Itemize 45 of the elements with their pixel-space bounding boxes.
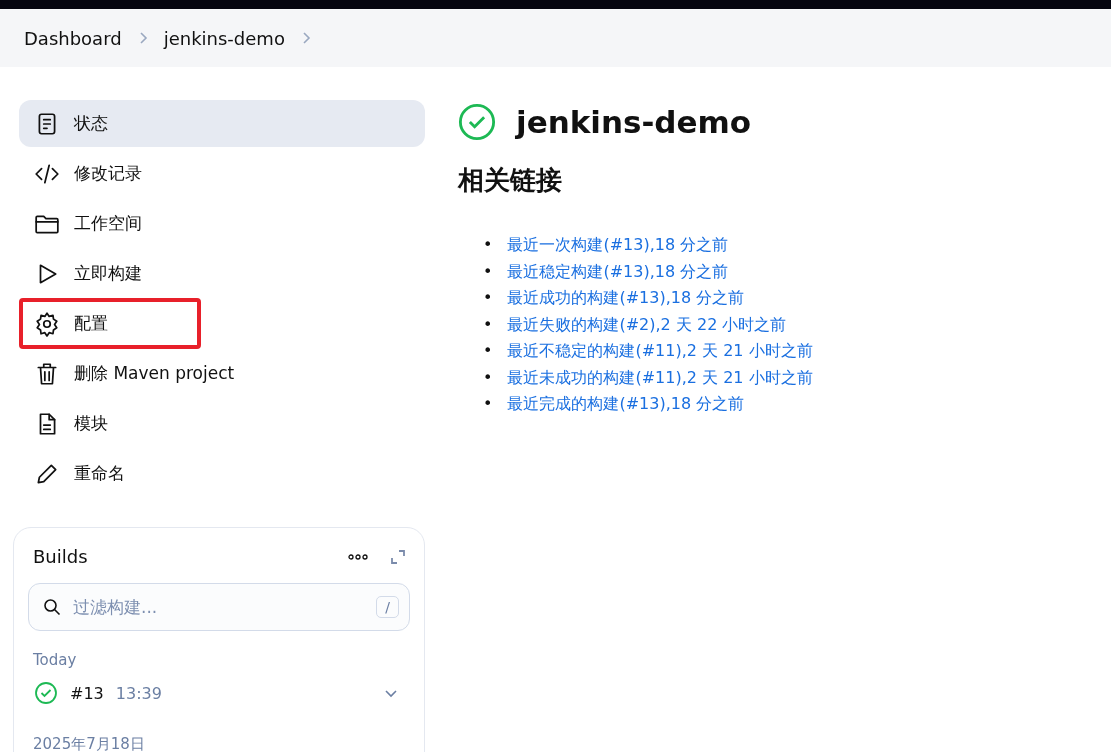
search-icon xyxy=(43,598,61,616)
bullet: • xyxy=(483,366,493,389)
search-bar[interactable]: 过滤构建... / xyxy=(28,583,410,631)
bullet: • xyxy=(483,287,493,309)
sidebar-item[interactable]: 修改记录 xyxy=(19,150,425,197)
build-link[interactable]: 最近未成功的构建(#11),2 天 21 小时之前 xyxy=(507,364,813,391)
sidebar-item[interactable]: 状态 xyxy=(19,100,425,147)
chevron-down-icon[interactable] xyxy=(384,688,398,698)
group-label: 2025年7月18日 xyxy=(33,735,146,752)
bullet: • xyxy=(483,260,493,283)
bullet: • xyxy=(483,393,493,415)
sidebar-item[interactable]: 配置 xyxy=(21,300,199,347)
build-row[interactable]: #13 13:39 xyxy=(28,669,410,715)
sidebar-item[interactable]: 模块 xyxy=(19,400,425,447)
section-heading: 相关链接 xyxy=(458,164,563,197)
expand-icon[interactable] xyxy=(390,548,406,565)
group-label: Today xyxy=(33,651,78,669)
breadcrumb-link[interactable]: jenkins-demo xyxy=(163,27,285,49)
build-link[interactable]: 最近完成的构建(#13),18 分之前 xyxy=(507,391,745,418)
bullet: • xyxy=(483,340,493,362)
build-time: 13:39 xyxy=(115,683,163,703)
build-number: #13 xyxy=(70,683,104,703)
check-circle-icon xyxy=(458,103,496,141)
shortcut-key: / xyxy=(376,596,399,618)
breadcrumb-link[interactable]: Dashboard xyxy=(24,27,122,49)
build-link[interactable]: 最近失败的构建(#2),2 天 22 小时之前 xyxy=(507,311,787,338)
build-link[interactable]: 最近一次构建(#13),18 分之前 xyxy=(507,232,729,259)
builds-title: Builds xyxy=(33,546,89,567)
more-icon[interactable] xyxy=(348,553,368,560)
project-title: jenkins-demo xyxy=(516,104,752,140)
sidebar-item[interactable]: 工作空间 xyxy=(19,200,425,247)
sidebar-item[interactable]: 重命名 xyxy=(19,450,425,497)
gear-icon xyxy=(34,310,60,337)
trash-icon xyxy=(34,360,60,387)
sidebar-item[interactable]: 立即构建 xyxy=(19,250,425,297)
sidebar-item[interactable]: 删除 Maven project xyxy=(19,350,425,397)
build-link[interactable]: 最近不稳定的构建(#11),2 天 21 小时之前 xyxy=(507,338,813,365)
chevron-icon xyxy=(300,31,311,45)
check-circle-icon xyxy=(34,681,58,705)
search-field[interactable]: 过滤构建... xyxy=(71,596,367,618)
build-link[interactable]: 最近稳定构建(#13),18 分之前 xyxy=(507,258,729,285)
bullet: • xyxy=(483,234,493,256)
chevron-icon xyxy=(137,31,148,45)
build-link[interactable]: 最近成功的构建(#13),18 分之前 xyxy=(507,285,745,312)
bullet: • xyxy=(483,313,493,336)
